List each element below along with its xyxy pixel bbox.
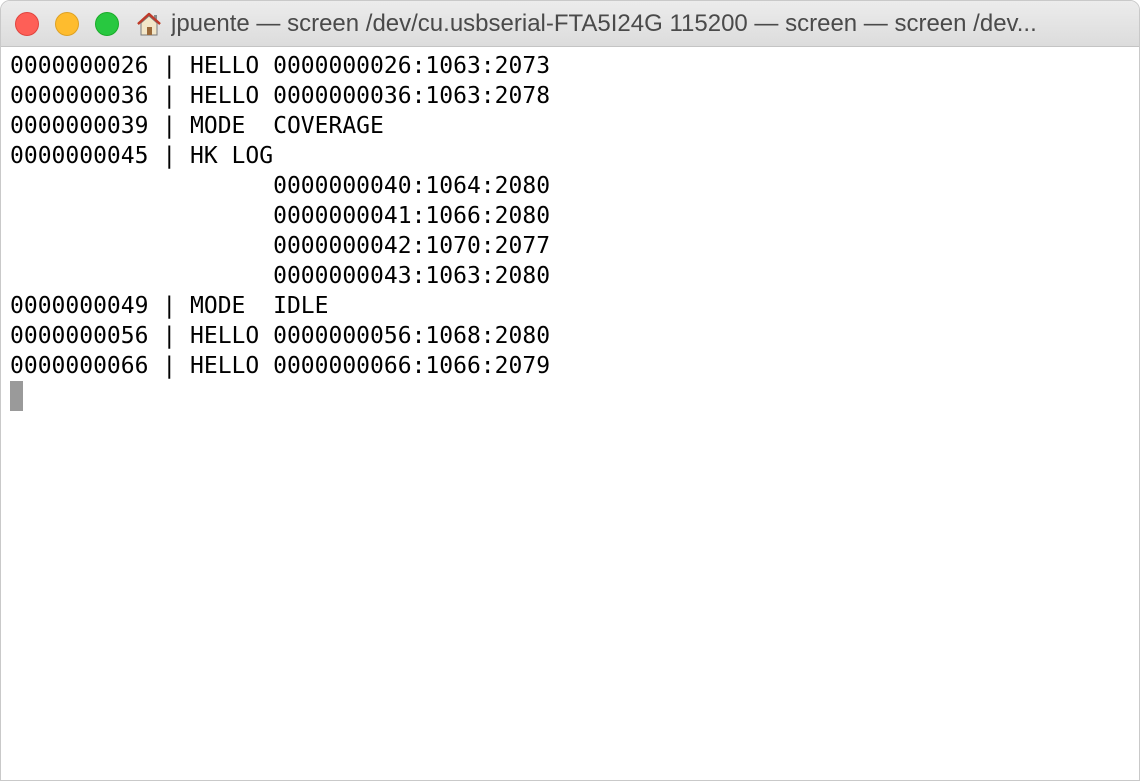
cursor-line [10,381,1130,411]
close-button[interactable] [15,12,39,36]
terminal-line: 0000000045 | HK LOG [10,143,274,169]
minimize-button[interactable] [55,12,79,36]
terminal-line: 0000000043:1063:2080 [10,263,551,289]
terminal-line: 0000000042:1070:2077 [10,233,551,259]
terminal-window: jpuente — screen /dev/cu.usbserial-FTA5I… [0,0,1140,781]
terminal-line: 0000000039 | MODE COVERAGE [10,113,384,139]
terminal-line: 0000000026 | HELLO 0000000026:1063:2073 [10,53,551,79]
window-title-text: jpuente — screen /dev/cu.usbserial-FTA5I… [171,10,1037,37]
terminal-line: 0000000056 | HELLO 0000000056:1068:2080 [10,323,551,349]
home-icon [137,12,161,36]
zoom-button[interactable] [95,12,119,36]
terminal-line: 0000000040:1064:2080 [10,173,551,199]
terminal-line: 0000000036 | HELLO 0000000036:1063:2078 [10,83,551,109]
terminal-line: 0000000049 | MODE IDLE [10,293,329,319]
terminal-line: 0000000066 | HELLO 0000000066:1066:2079 [10,353,551,379]
text-cursor [10,381,23,411]
terminal-output[interactable]: 0000000026 | HELLO 0000000026:1063:2073 … [10,51,1130,771]
terminal-line: 0000000041:1066:2080 [10,203,551,229]
title-bar[interactable]: jpuente — screen /dev/cu.usbserial-FTA5I… [1,1,1139,47]
window-title: jpuente — screen /dev/cu.usbserial-FTA5I… [135,1,1125,47]
